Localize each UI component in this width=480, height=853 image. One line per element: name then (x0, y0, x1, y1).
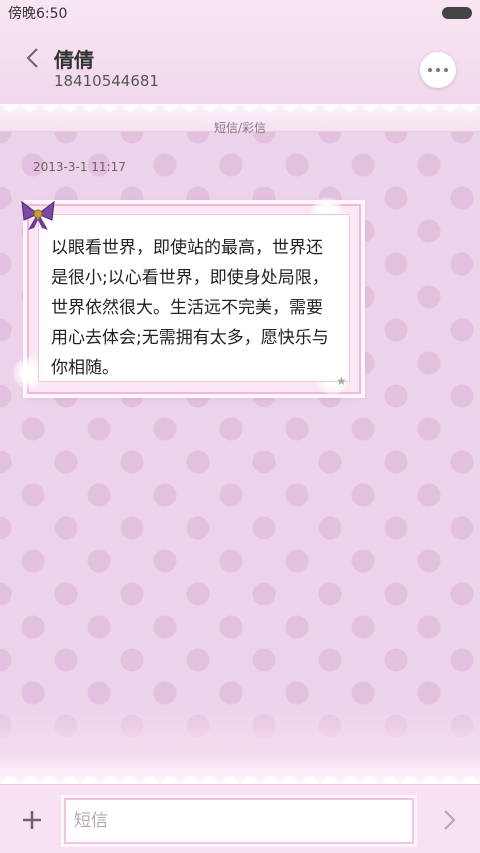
add-attachment-button[interactable] (16, 804, 48, 836)
more-options-button[interactable] (420, 52, 456, 88)
message-input[interactable] (64, 798, 414, 844)
message-bubble[interactable]: 以眼看世界，即使站的最高，世界还是很小;以心看世界，即使身处局限，世界依然很大。… (38, 214, 350, 382)
more-dot-icon (436, 68, 440, 72)
star-icon: ★ (336, 374, 347, 388)
battery-icon (442, 7, 472, 19)
more-dot-icon (444, 68, 448, 72)
chevron-right-icon (444, 810, 456, 830)
back-button[interactable] (20, 44, 44, 72)
chevron-left-icon (26, 48, 38, 68)
channel-label: 短信/彩信 (213, 121, 267, 135)
status-bar: 傍晚6:50 (0, 0, 480, 26)
send-button[interactable] (436, 804, 464, 836)
message-text: 以眼看世界，即使站的最高，世界还是很小;以心看世界，即使身处局限，世界依然很大。… (51, 238, 329, 378)
contact-phone-number: 18410544681 (54, 72, 159, 90)
lace-divider-bottom (0, 760, 480, 784)
status-time: 傍晚6:50 (8, 6, 68, 22)
contact-name: 倩倩 (54, 48, 94, 72)
bow-icon (18, 198, 58, 232)
more-dot-icon (428, 68, 432, 72)
message-timestamp: 2013-3-1 11:17 (33, 160, 126, 174)
plus-icon (23, 811, 41, 829)
